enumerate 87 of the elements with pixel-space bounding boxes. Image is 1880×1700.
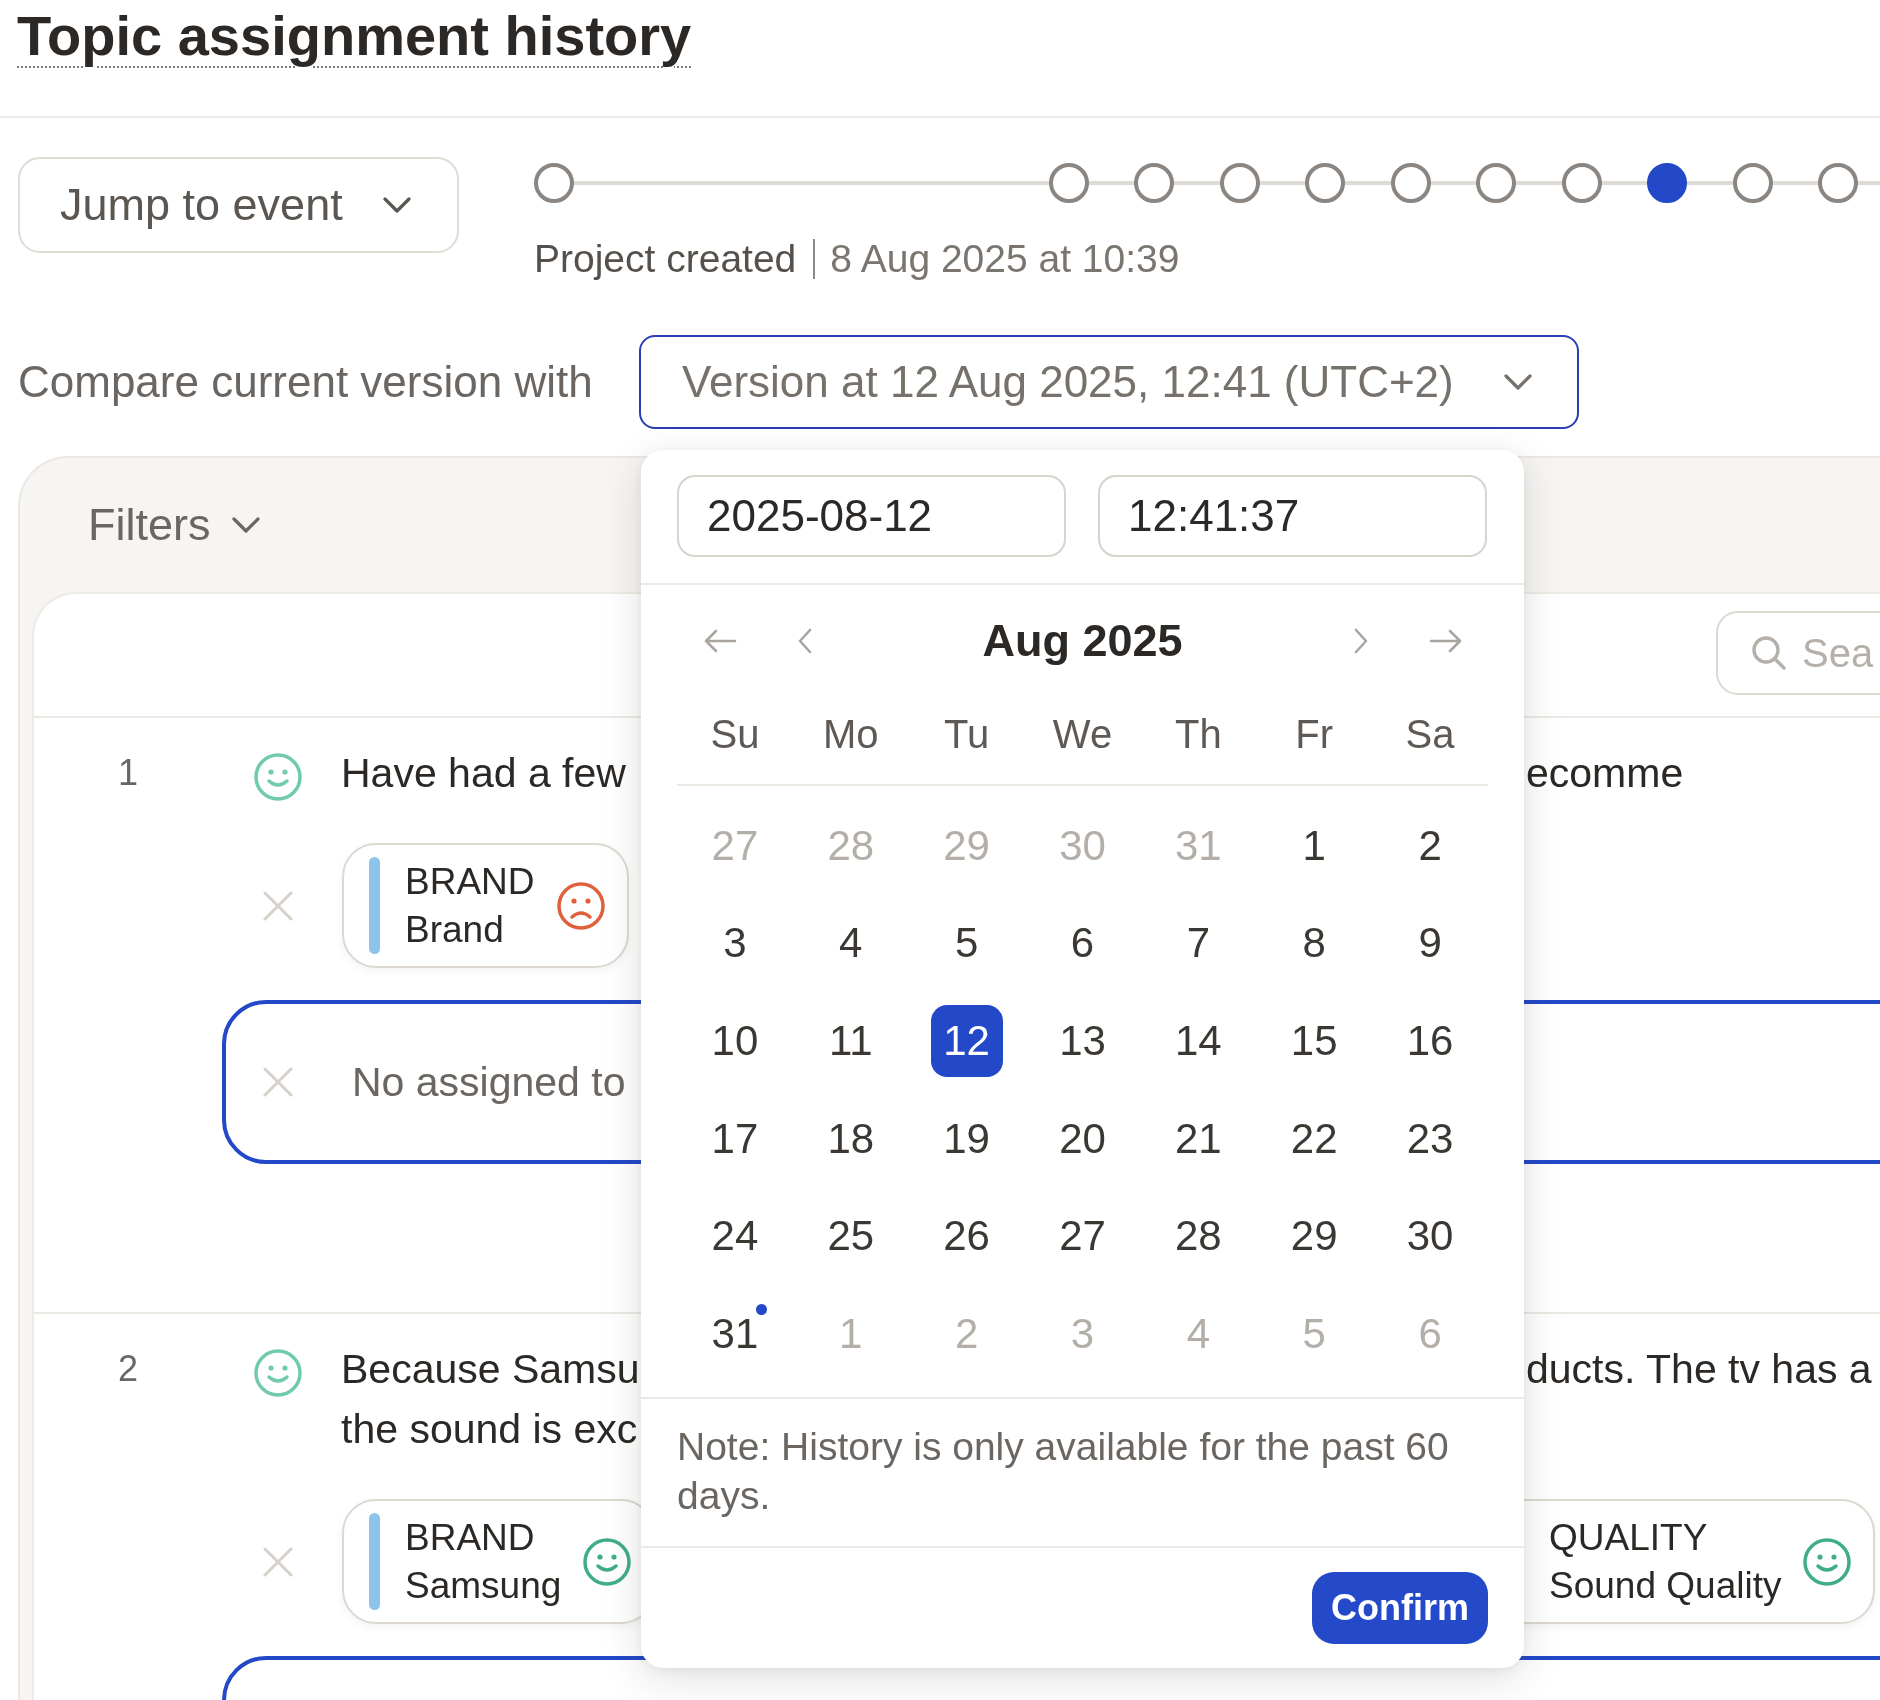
calendar-day[interactable]: 23 — [1394, 1102, 1467, 1175]
comment-text: Have had a few — [341, 749, 626, 798]
calendar-day[interactable]: 18 — [814, 1102, 887, 1175]
date-field[interactable]: 2025-08-12 — [677, 475, 1066, 557]
calendar-day[interactable]: 16 — [1394, 1005, 1467, 1077]
calendar-day[interactable]: 12 — [930, 1005, 1003, 1077]
search-icon — [1751, 635, 1787, 671]
calendar-day[interactable]: 15 — [1278, 1005, 1351, 1077]
jump-to-event-button[interactable]: Jump to event — [18, 157, 459, 253]
event-marker-icon[interactable] — [1219, 163, 1260, 203]
comment-text: ducts. The tv has a — [1526, 1345, 1872, 1394]
chevron-down-icon — [231, 517, 260, 533]
search-field[interactable]: Sea — [1716, 611, 1880, 695]
event-marker-icon[interactable] — [534, 163, 574, 203]
calendar-day[interactable]: 5 — [930, 907, 1003, 980]
calendar-day[interactable]: 10 — [698, 1005, 771, 1077]
calendar-day[interactable]: 3 — [698, 907, 771, 980]
calendar-day[interactable]: 27 — [1046, 1200, 1119, 1273]
calendar-day[interactable]: 14 — [1162, 1005, 1235, 1077]
topic-category: QUALITY — [1549, 1515, 1708, 1560]
time-field[interactable]: 12:41:37 — [1098, 475, 1487, 557]
event-marker-icon[interactable] — [1732, 163, 1773, 203]
version-dropdown[interactable]: Version at 12 Aug 2025, 12:41 (UTC+2) — [639, 335, 1579, 429]
event-time: 8 Aug 2025 at 10:39 — [830, 236, 1180, 282]
calendar-day[interactable]: 28 — [1162, 1200, 1235, 1273]
note-text: Note: History is only available for the past 60 days. — [641, 1398, 1524, 1548]
calendar-day[interactable]: 25 — [814, 1200, 887, 1273]
row-number: 2 — [118, 1348, 139, 1389]
calendar-day[interactable]: 24 — [698, 1200, 771, 1273]
calendar-day[interactable]: 11 — [814, 1005, 887, 1077]
calendar-day[interactable]: 19 — [930, 1102, 1003, 1175]
calendar-day[interactable]: 6 — [1046, 907, 1119, 980]
event-marker-icon[interactable] — [1476, 163, 1516, 203]
calendar-day[interactable]: 31 — [698, 1297, 771, 1370]
calendar-day[interactable]: 29 — [1278, 1200, 1351, 1273]
category-stripe-icon — [369, 1513, 380, 1610]
topic-category: BRAND — [405, 859, 535, 904]
calendar-day[interactable]: 22 — [1278, 1102, 1351, 1175]
chevron-right-icon[interactable] — [1353, 628, 1368, 654]
weekday-label: Tu — [944, 711, 990, 757]
event-name: Project created — [534, 236, 797, 282]
calendar-day[interactable]: 9 — [1394, 907, 1467, 980]
filters-button[interactable]: Filters — [88, 499, 260, 551]
calendar-day[interactable]: 8 — [1278, 907, 1351, 980]
calendar-day[interactable]: 20 — [1046, 1102, 1119, 1175]
weekday-label: Su — [710, 711, 760, 757]
weekday-label: Fr — [1295, 711, 1334, 757]
month-label: Aug 2025 — [982, 615, 1183, 667]
calendar-day[interactable]: 30 — [1394, 1200, 1467, 1273]
topic-chip[interactable]: BRAND Brand — [342, 843, 629, 968]
category-stripe-icon — [369, 857, 380, 954]
event-marker-icon[interactable] — [1818, 163, 1858, 203]
calendar-day[interactable]: 7 — [1162, 907, 1235, 980]
weekday-label: Th — [1175, 711, 1222, 757]
topic-name: Sound Quality — [1549, 1563, 1782, 1608]
topic-category: BRAND — [405, 1515, 535, 1560]
calendar-day[interactable]: 21 — [1162, 1102, 1235, 1175]
weekday-label: We — [1052, 711, 1113, 757]
arrow-right-icon[interactable] — [1428, 629, 1463, 653]
calendar-day[interactable]: 4 — [814, 907, 887, 980]
topic-name: Brand — [405, 907, 504, 952]
chevron-down-icon — [1504, 374, 1532, 390]
event-marker-icon[interactable] — [1647, 163, 1687, 203]
comment-text: Because Samsu — [341, 1345, 640, 1394]
confirm-button[interactable]: Confirm — [1312, 1571, 1488, 1644]
calendar-day[interactable]: 2 — [1394, 809, 1467, 882]
weekday-label: Mo — [823, 711, 879, 757]
calendar-day[interactable]: 13 — [1046, 1005, 1119, 1077]
chevron-down-icon — [383, 197, 411, 213]
arrow-left-icon[interactable] — [702, 629, 737, 653]
calendar-day[interactable]: 1 — [1278, 809, 1351, 882]
page-title: Topic assignment history — [17, 4, 692, 68]
comparison-text: No assigned to — [352, 1058, 626, 1106]
chevron-left-icon[interactable] — [797, 628, 812, 654]
comment-text: the sound is exc — [341, 1405, 638, 1454]
event-marker-icon[interactable] — [1134, 163, 1174, 203]
event-marker-icon[interactable] — [1561, 163, 1602, 203]
event-marker-icon[interactable] — [1305, 163, 1345, 203]
calendar-day[interactable]: 17 — [698, 1102, 771, 1175]
calendar-day[interactable]: 26 — [930, 1200, 1003, 1273]
row-number: 1 — [118, 752, 139, 793]
comment-text: ecomme — [1526, 749, 1684, 798]
topic-name: Samsung — [405, 1563, 562, 1608]
weekday-label: Sa — [1405, 711, 1455, 757]
event-marker-icon[interactable] — [1390, 163, 1431, 203]
event-marker-icon[interactable] — [1048, 163, 1089, 203]
compare-label: Compare current version with — [18, 357, 594, 407]
